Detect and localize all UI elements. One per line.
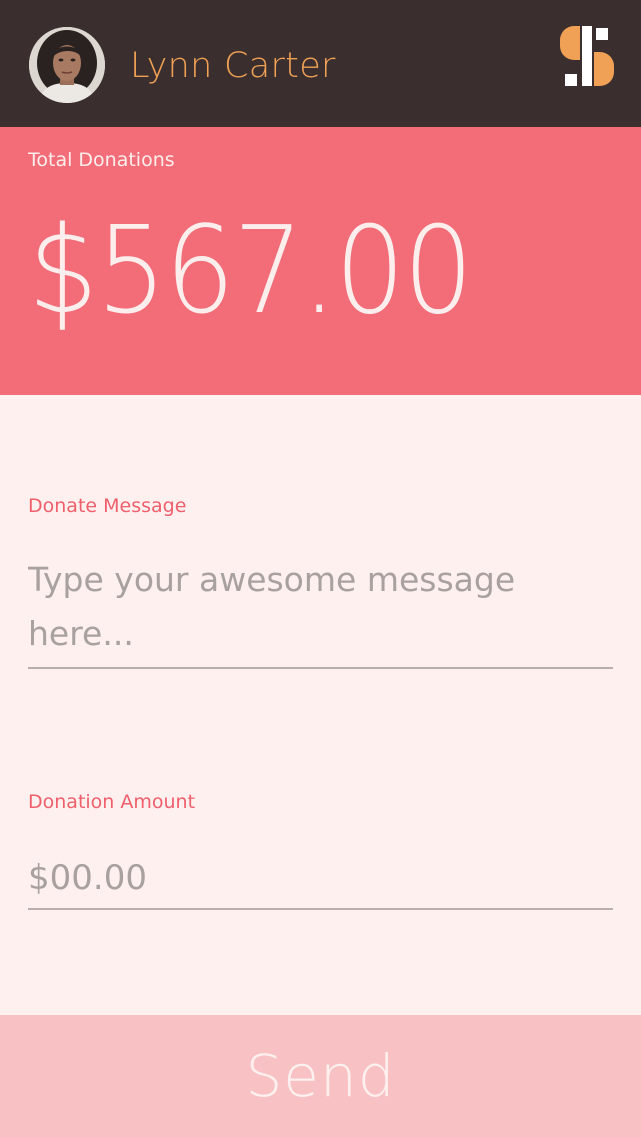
logo-right-square [596,28,608,40]
avatar-image [29,27,105,103]
send-button[interactable]: Send [0,1015,641,1137]
donation-amount-input[interactable] [28,847,613,910]
total-donations-label: Total Donations [28,149,175,171]
donation-amount-label: Donation Amount [28,791,196,813]
app-header: Lynn Carter [0,0,641,127]
total-donations-amount: $567.00 [28,202,473,341]
logo-right-shape [594,52,614,86]
donation-form: Donate Message Donation Amount [0,395,641,1015]
app-logo-icon[interactable] [560,26,616,88]
logo-left-shape [560,26,580,60]
avatar[interactable] [29,27,105,103]
user-name: Lynn Carter [130,46,336,86]
logo-mark [560,26,614,86]
logo-stem [582,26,592,86]
donate-message-input[interactable] [28,553,613,669]
donate-message-label: Donate Message [28,495,187,517]
logo-left-square [565,74,577,86]
total-donations-panel: Total Donations $567.00 [0,127,641,395]
